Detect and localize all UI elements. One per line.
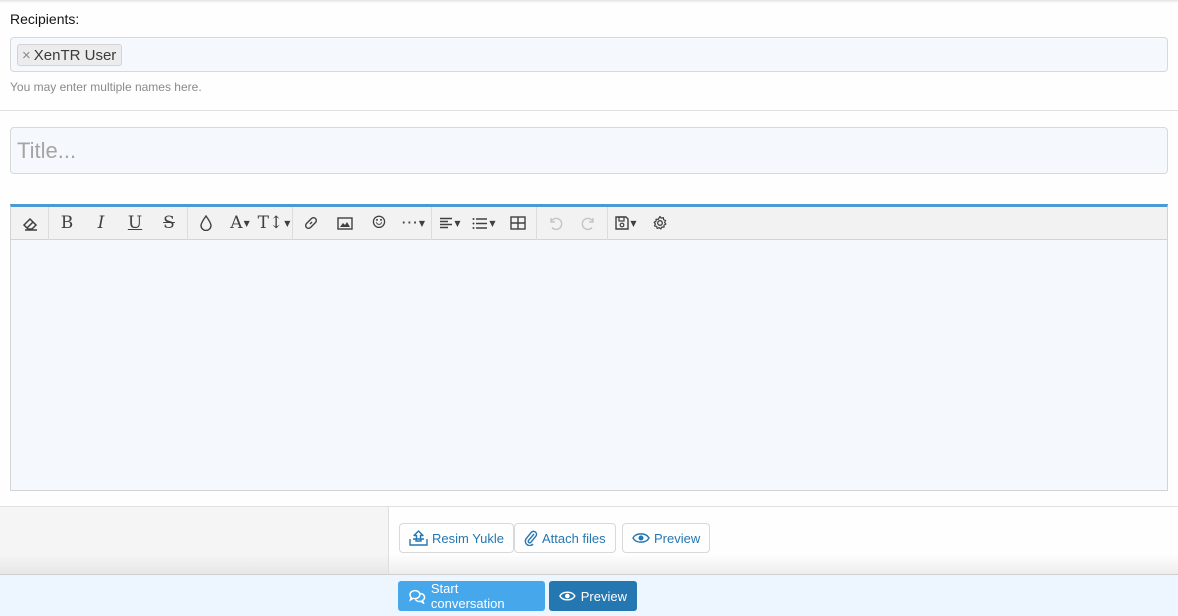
font-size-glyph: T↕ — [257, 213, 284, 233]
table-icon[interactable] — [501, 207, 535, 239]
underline-icon[interactable]: U — [118, 207, 152, 239]
font-family-glyph: A — [230, 213, 243, 233]
toolbar-separator — [607, 206, 608, 240]
list-icon[interactable]: ▼ — [467, 207, 501, 239]
text-color-icon[interactable] — [189, 207, 223, 239]
undo-icon[interactable] — [538, 207, 572, 239]
conversation-icon — [409, 589, 426, 604]
upload-image-label: Resim Yukle — [432, 530, 505, 546]
recipients-label: Recipients: — [10, 11, 80, 27]
rich-text-editor: B I U S A ▼ T↕ ▼ ☺ ⋯ ▼ ▼ ▼ ▼ — [10, 204, 1168, 491]
preview-label-secondary: Preview — [654, 530, 701, 546]
start-conversation-label: Start conversation — [430, 581, 505, 611]
recipient-name: XenTR User — [33, 46, 117, 64]
font-family-icon[interactable]: A ▼ — [223, 207, 257, 239]
upload-icon — [409, 530, 428, 546]
settings-icon[interactable] — [643, 207, 677, 239]
toolbar-separator — [431, 206, 432, 240]
eye-icon — [559, 591, 576, 601]
recipients-hint: You may enter multiple names here. — [10, 80, 202, 94]
eraser-icon[interactable] — [13, 207, 47, 239]
recipients-input[interactable]: × XenTR User — [10, 37, 1168, 72]
attach-files-label: Attach files — [542, 530, 606, 546]
attachment-bar-right: Resim Yukle Attach files Preview — [389, 507, 1178, 575]
editor-content-area[interactable] — [11, 240, 1167, 491]
upload-image-button[interactable]: Resim Yukle — [399, 523, 515, 553]
attachment-bar-left — [0, 507, 389, 575]
image-icon[interactable] — [328, 207, 362, 239]
recipients-section: Recipients: × XenTR User You may enter m… — [0, 0, 1178, 111]
redo-icon[interactable] — [572, 207, 606, 239]
align-icon[interactable]: ▼ — [433, 207, 467, 239]
attach-files-button[interactable]: Attach files — [514, 523, 616, 553]
preview-button-secondary[interactable]: Preview — [622, 523, 711, 553]
toolbar-separator — [48, 206, 49, 240]
remove-token-icon[interactable]: × — [22, 47, 31, 64]
attachment-bar: Resim Yukle Attach files Preview — [0, 506, 1178, 575]
preview-label-primary: Preview — [580, 588, 627, 604]
bold-icon[interactable]: B — [50, 207, 84, 239]
toolbar-separator — [292, 206, 293, 240]
emoji-icon[interactable]: ☺ — [362, 207, 396, 239]
recipient-token: × XenTR User — [17, 44, 123, 66]
editor-toolbar: B I U S A ▼ T↕ ▼ ☺ ⋯ ▼ ▼ ▼ ▼ — [11, 206, 1167, 240]
start-conversation-button[interactable]: Start conversation — [398, 581, 545, 611]
title-input[interactable] — [10, 127, 1168, 174]
eye-icon — [632, 533, 650, 543]
font-size-icon[interactable]: T↕ ▼ — [257, 207, 291, 239]
more-icon[interactable]: ⋯ ▼ — [396, 207, 430, 239]
form-submit-row: Start conversation Preview — [0, 574, 1178, 616]
paperclip-icon — [524, 530, 538, 546]
more-glyph: ⋯ — [400, 213, 418, 233]
italic-icon[interactable]: I — [84, 207, 118, 239]
strikethrough-icon[interactable]: S — [152, 207, 186, 239]
toolbar-separator — [187, 206, 188, 240]
drafts-icon[interactable]: ▼ — [609, 207, 643, 239]
toolbar-separator — [536, 206, 537, 240]
link-icon[interactable] — [294, 207, 328, 239]
preview-button-primary[interactable]: Preview — [549, 581, 637, 611]
